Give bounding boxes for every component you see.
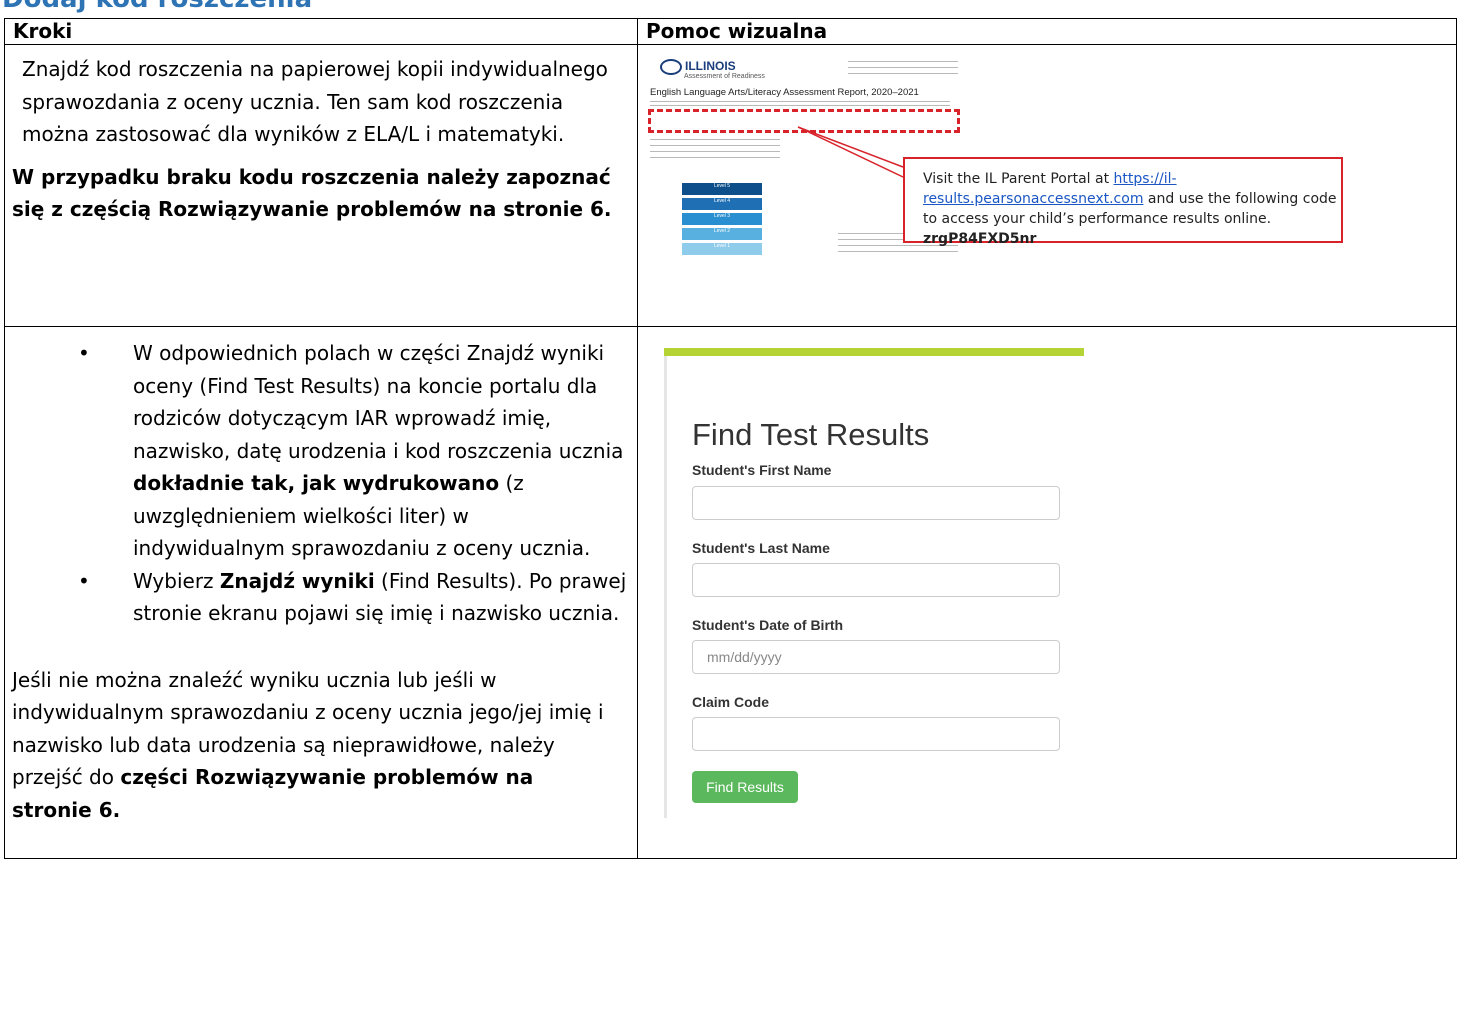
find-test-results-form: Find Test Results Student's First Name S…	[664, 348, 1087, 818]
claim-code-instruction: Znajdź kod roszczenia na papierowej kopi…	[22, 57, 608, 146]
steps-cell: Znajdź kod roszczenia na papierowej kopi…	[4, 44, 638, 327]
last-name-label: Student's Last Name	[692, 540, 830, 556]
list-item: • W odpowiednich polach w części Znajdź w…	[78, 337, 627, 565]
table-row: • W odpowiednich polach w części Znajdź w…	[4, 326, 1457, 859]
first-name-label: Student's First Name	[692, 462, 832, 478]
steps-list: • W odpowiednich polach w części Znajdź w…	[5, 327, 637, 630]
table-row: Znajdź kod roszczenia na papierowej kopi…	[4, 44, 1457, 327]
report-thumbnail: ILLINOIS Assessment of Readiness English…	[648, 57, 1343, 267]
first-name-input[interactable]	[692, 486, 1060, 520]
visual-cell: ILLINOIS Assessment of Readiness English…	[637, 44, 1457, 327]
steps-table: Kroki Pomoc wizualna Znajdź kod roszczen…	[4, 18, 1457, 859]
accent-bar	[664, 348, 1084, 356]
steps-cell: • W odpowiednich polach w części Znajdź w…	[4, 326, 638, 859]
dob-label: Student's Date of Birth	[692, 617, 844, 633]
bullet-icon: •	[78, 341, 90, 365]
claim-code-label: Claim Code	[692, 694, 770, 710]
claim-code-callout: Visit the IL Parent Portal at https://il…	[903, 157, 1343, 247]
visual-column-header: Pomoc wizualna	[637, 18, 1457, 45]
list-item: • Wybierz Znajdź wyniki (Find Results). P…	[78, 565, 627, 630]
bullet-icon: •	[78, 568, 90, 593]
form-title: Find Test Results	[692, 417, 930, 452]
steps-column-header: Kroki	[4, 18, 638, 45]
section-heading: Dodaj kod roszczenia	[2, 0, 312, 14]
troubleshooting-note: Jeśli nie można znaleźć wyniku ucznia lu…	[12, 667, 604, 822]
visual-cell: Find Test Results Student's First Name S…	[637, 326, 1457, 859]
claim-code-value: zrgP84FXD5nr	[923, 231, 1037, 247]
find-results-button[interactable]: Find Results	[692, 771, 798, 803]
claim-code-input[interactable]	[692, 717, 1060, 751]
last-name-input[interactable]	[692, 563, 1060, 597]
dob-input[interactable]: mm/dd/yyyy	[692, 640, 1060, 674]
missing-code-note: W przypadku braku kodu roszczenia należy…	[12, 164, 612, 222]
